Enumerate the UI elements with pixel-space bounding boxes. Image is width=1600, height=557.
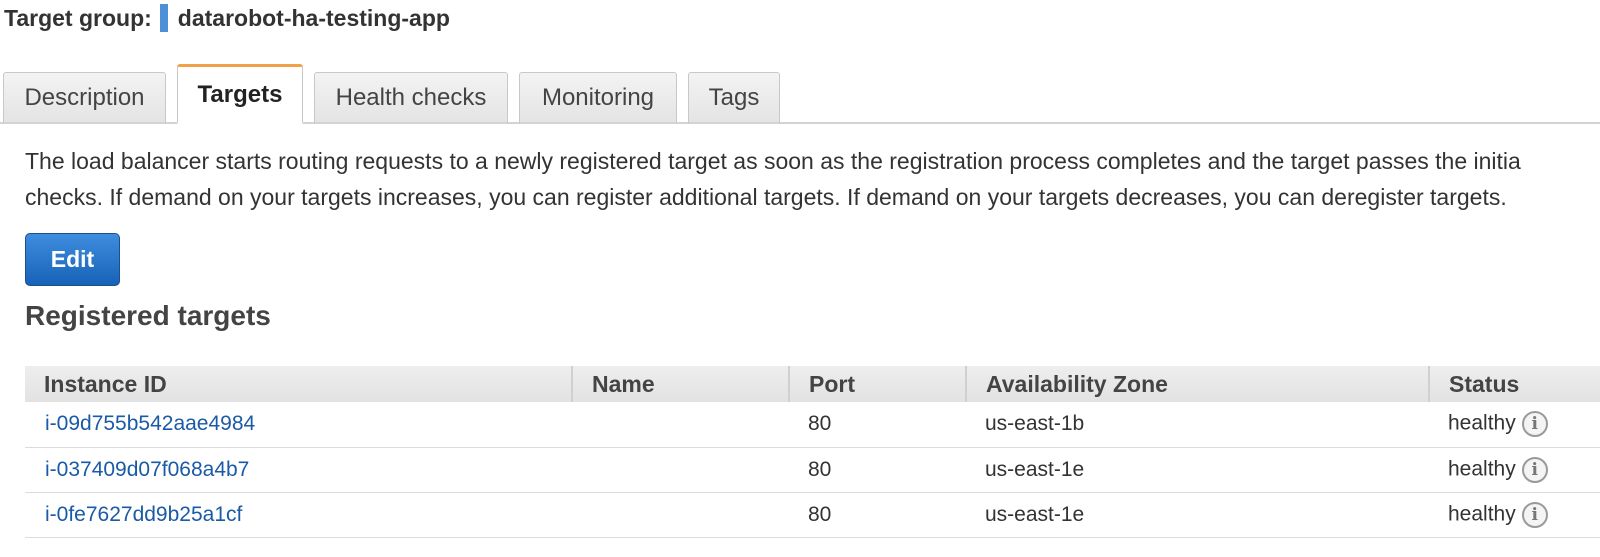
column-header-port[interactable]: Port [789, 366, 967, 402]
tab-bar: Description Targets Health checks Monito… [0, 64, 1600, 124]
tab-description[interactable]: Description [3, 72, 166, 124]
target-port: 80 [789, 402, 966, 448]
target-zone: us-east-1e [966, 492, 1429, 538]
target-group-name: datarobot-ha-testing-app [177, 4, 450, 31]
tab-tags[interactable]: Tags [688, 72, 780, 124]
target-port: 80 [789, 492, 966, 538]
tab-health-checks[interactable]: Health checks [314, 72, 508, 124]
table-header-row: Instance ID Name Port Availability Zone … [25, 366, 1600, 402]
registered-targets-table: Instance ID Name Port Availability Zone … [25, 366, 1600, 538]
table-row: i-09d755b542aae4984 80 us-east-1b health… [25, 402, 1600, 448]
info-icon[interactable]: i [1521, 456, 1548, 483]
target-group-color-marker [159, 4, 168, 32]
target-name [572, 447, 789, 493]
target-zone: us-east-1e [966, 447, 1429, 493]
target-status: healthy [1448, 457, 1516, 481]
edit-button[interactable]: Edit [25, 233, 120, 286]
target-port: 80 [789, 447, 966, 493]
instance-id-link[interactable]: i-037409d07f068a4b7 [45, 458, 249, 481]
target-group-label: Target group: [4, 4, 152, 31]
column-header-status[interactable]: Status [1429, 366, 1600, 402]
table-row: i-037409d07f068a4b7 80 us-east-1e health… [25, 447, 1600, 493]
tab-targets[interactable]: Targets [177, 64, 303, 124]
instance-id-link[interactable]: i-0fe7627dd9b25a1cf [45, 503, 242, 526]
target-name [572, 402, 789, 448]
tab-monitoring[interactable]: Monitoring [519, 72, 677, 124]
info-icon[interactable]: i [1521, 501, 1548, 528]
instance-id-link[interactable]: i-09d755b542aae4984 [45, 412, 255, 435]
target-status: healthy [1448, 411, 1516, 435]
page-header: Target group: datarobot-ha-testing-app [4, 0, 450, 36]
registered-targets-title: Registered targets [25, 300, 271, 331]
table-row: i-0fe7627dd9b25a1cf 80 us-east-1e health… [25, 492, 1600, 538]
target-name [572, 492, 789, 538]
description-line-2: checks. If demand on your targets increa… [25, 184, 1507, 210]
target-status: healthy [1448, 502, 1516, 526]
info-icon[interactable]: i [1521, 411, 1548, 438]
description-line-1: The load balancer starts routing request… [25, 148, 1521, 174]
target-zone: us-east-1b [966, 402, 1429, 448]
column-header-name[interactable]: Name [572, 366, 790, 402]
column-header-instance-id[interactable]: Instance ID [25, 366, 573, 402]
column-header-availability-zone[interactable]: Availability Zone [966, 366, 1430, 402]
targets-description: The load balancer starts routing request… [25, 143, 1600, 215]
